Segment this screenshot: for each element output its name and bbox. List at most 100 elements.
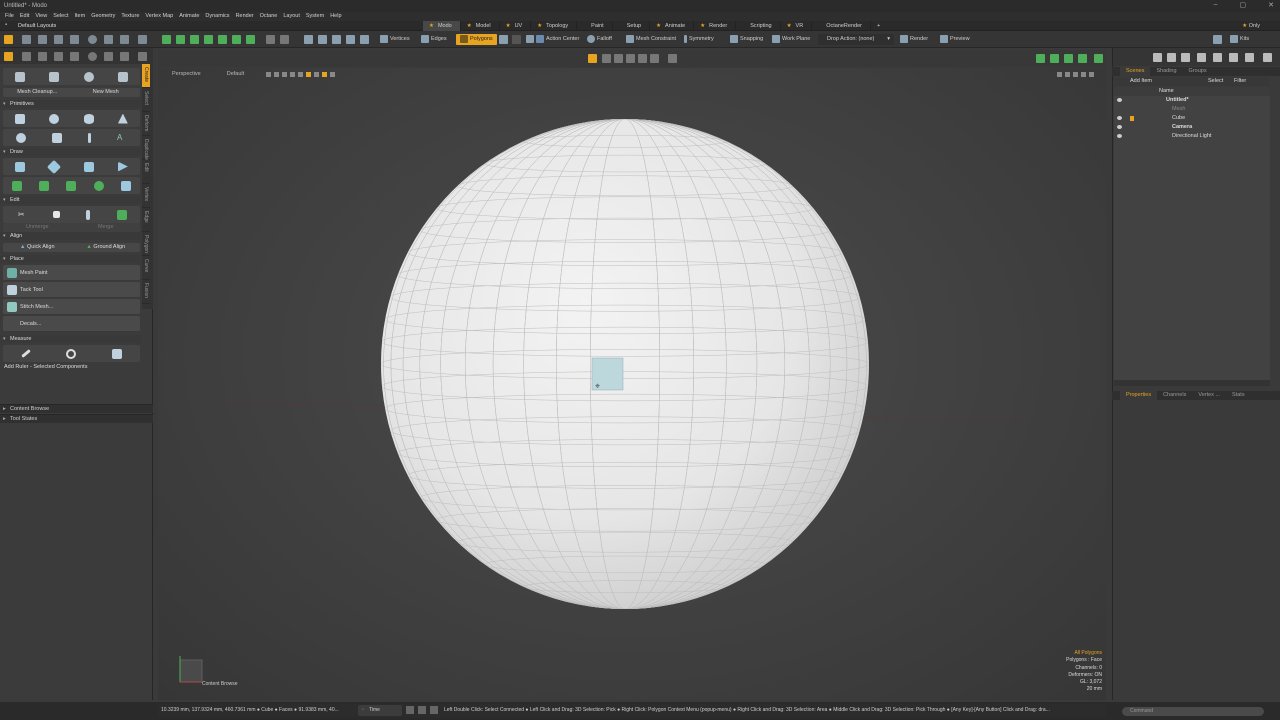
- tab-modo[interactable]: ★ Modo: [423, 21, 461, 31]
- select-button[interactable]: Select: [1208, 78, 1223, 84]
- section-place[interactable]: Place: [0, 255, 141, 263]
- content-browse-section[interactable]: Content Browse: [0, 404, 153, 414]
- visibility-eye-icon[interactable]: [1117, 98, 1122, 102]
- copy-icon[interactable]: [52, 211, 60, 218]
- materials-icon[interactable]: [499, 35, 508, 44]
- select-mode-icon[interactable]: [4, 35, 13, 44]
- section-primitives[interactable]: Primitives: [0, 100, 141, 108]
- brush-tool-icon[interactable]: [70, 52, 79, 61]
- scene-menu-icon[interactable]: [1263, 53, 1272, 62]
- cone-icon[interactable]: [15, 71, 26, 82]
- filter-icon[interactable]: [314, 71, 320, 77]
- section-align[interactable]: Align: [0, 232, 141, 240]
- tab-scenes[interactable]: Scenes: [1120, 67, 1151, 76]
- snap-edge-icon[interactable]: [190, 35, 199, 44]
- section-draw[interactable]: Draw: [0, 148, 141, 156]
- scene-lock-icon[interactable]: [1197, 53, 1206, 62]
- name-column-header[interactable]: Name: [1159, 88, 1174, 94]
- options-icon[interactable]: [330, 71, 336, 77]
- tab-paint[interactable]: Paint: [577, 21, 613, 31]
- vertices-button[interactable]: Vertices: [376, 34, 414, 45]
- sphere-surface[interactable]: [381, 119, 869, 609]
- rotate-icon[interactable]: [38, 35, 47, 44]
- menu-texture[interactable]: Texture: [118, 12, 142, 21]
- cone-primitive-icon[interactable]: [117, 113, 128, 124]
- magnify-icon[interactable]: [120, 52, 129, 61]
- scene-expand-icon[interactable]: [1245, 53, 1254, 62]
- default-layouts-dropdown[interactable]: Default Layouts: [18, 22, 56, 30]
- stitch-mesh-tool[interactable]: Stitch Mesh...: [3, 299, 140, 315]
- mesh-cleanup-button[interactable]: Mesh Cleanup...: [3, 88, 72, 97]
- symmetry-button[interactable]: Symmetry: [680, 34, 718, 45]
- tab-shading[interactable]: Shading: [1150, 67, 1182, 76]
- tab-octanerender[interactable]: OctaneRender: [812, 21, 871, 31]
- sphere-icon[interactable]: [49, 113, 60, 124]
- snap-vertex-icon[interactable]: [176, 35, 185, 44]
- filter-button[interactable]: Filter: [1234, 78, 1246, 84]
- section-edit[interactable]: Edit: [0, 196, 141, 204]
- ruler-icon[interactable]: [21, 349, 31, 358]
- menu-dynamics[interactable]: Dynamics: [202, 12, 232, 21]
- pan-icon[interactable]: [1057, 71, 1062, 77]
- tree-row-mesh[interactable]: Mesh: [1114, 105, 1270, 114]
- snap-poly-icon[interactable]: [204, 35, 213, 44]
- tab-vertex[interactable]: Vertex ...: [1192, 391, 1226, 400]
- vtab-deform[interactable]: Deform: [142, 112, 150, 136]
- lasso-icon[interactable]: [104, 35, 113, 44]
- material-mode-icon[interactable]: [332, 35, 341, 44]
- menu-animate[interactable]: Animate: [176, 12, 202, 21]
- layout-split-icon[interactable]: [1064, 54, 1073, 63]
- shading-dropdown[interactable]: Default: [227, 71, 244, 77]
- snap-workplane-icon[interactable]: [232, 35, 241, 44]
- tree-row-light[interactable]: Directional Light: [1114, 132, 1270, 141]
- dropdown-icon[interactable]: [512, 35, 521, 44]
- pivot-mode-icon[interactable]: [346, 35, 355, 44]
- quick-align-button[interactable]: ▲ Quick Align: [3, 243, 72, 252]
- view-scale-icon[interactable]: [626, 54, 635, 63]
- tab-uv[interactable]: ★ UV: [500, 21, 532, 31]
- ground-align-button[interactable]: ▲ Ground Align: [72, 243, 141, 252]
- arc-icon[interactable]: [66, 180, 77, 191]
- work-plane-button[interactable]: Work Plane: [768, 34, 814, 45]
- merge-icon[interactable]: [116, 209, 127, 220]
- protractor-icon[interactable]: [66, 348, 77, 359]
- scale-icon[interactable]: [54, 35, 63, 44]
- item-mode-icon[interactable]: [318, 35, 327, 44]
- tab-channels[interactable]: Channels: [1157, 391, 1192, 400]
- add-ruler-button[interactable]: Add Ruler - Selected Components: [4, 364, 87, 370]
- minimize-button[interactable]: –: [1214, 1, 1218, 9]
- scene-settings-icon[interactable]: [1229, 53, 1238, 62]
- sweep-icon[interactable]: [121, 180, 132, 191]
- snap-center-icon[interactable]: [218, 35, 227, 44]
- command-input[interactable]: Command: [1122, 707, 1264, 716]
- layout-toggle-icon[interactable]: [418, 706, 426, 714]
- tab-setup[interactable]: Setup: [613, 21, 651, 31]
- scene-options-icon[interactable]: [1153, 53, 1162, 62]
- cube-icon[interactable]: [15, 113, 26, 124]
- vtab-vertex[interactable]: Vertex: [142, 184, 150, 208]
- tab-groups[interactable]: Groups: [1183, 67, 1213, 76]
- layout-single-icon[interactable]: [1078, 54, 1087, 63]
- tree-row-untitled[interactable]: Untitled*: [1114, 96, 1270, 105]
- text-icon[interactable]: A: [117, 133, 127, 143]
- move-icon[interactable]: [22, 35, 31, 44]
- preview-button[interactable]: Preview: [936, 34, 974, 45]
- vtab-polygon[interactable]: Polygon: [142, 232, 150, 256]
- menu-render[interactable]: Render: [233, 12, 257, 21]
- tree-row-camera[interactable]: Camera: [1114, 123, 1270, 132]
- menu-geometry[interactable]: Geometry: [88, 12, 118, 21]
- center-mode-icon[interactable]: [360, 35, 369, 44]
- move-tool-icon[interactable]: [22, 52, 31, 61]
- tab-scripting[interactable]: Scripting: [736, 21, 781, 31]
- tube-icon[interactable]: [88, 132, 91, 143]
- fit-icon[interactable]: [1081, 71, 1086, 77]
- view-select-icon[interactable]: [588, 54, 597, 63]
- vtab-duplicate[interactable]: Duplicate: [142, 136, 150, 160]
- menu-vertex-map[interactable]: Vertex Map: [142, 12, 176, 21]
- spline-icon[interactable]: [39, 180, 50, 191]
- tab-animate[interactable]: ★ Animate: [650, 21, 695, 31]
- polygon-draw-icon[interactable]: [47, 159, 62, 174]
- menu-help[interactable]: Help: [327, 12, 344, 21]
- tool-states-section[interactable]: Tool States: [0, 414, 153, 424]
- grid-icon[interactable]: [274, 71, 280, 77]
